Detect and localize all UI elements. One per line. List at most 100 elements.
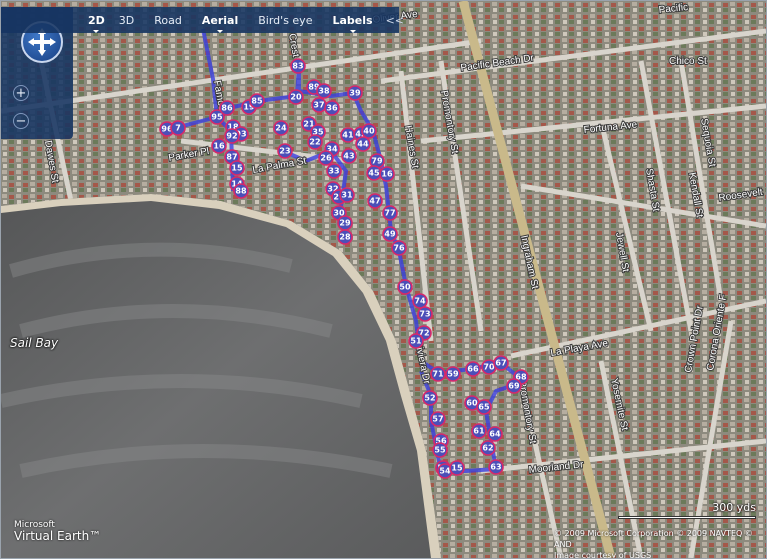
waypoint-marker[interactable]: 61: [471, 423, 487, 439]
virtual-earth-logo: Microsoft Virtual Earth™: [14, 520, 101, 543]
waypoint-marker-label: 16: [213, 142, 225, 151]
waypoint-marker[interactable]: 59: [445, 366, 461, 382]
waypoint-marker[interactable]: 15: [449, 460, 465, 476]
waypoint-marker[interactable]: 55: [432, 442, 448, 458]
waypoint-marker[interactable]: 28: [337, 229, 353, 245]
waypoint-marker-label: 73: [419, 310, 430, 319]
waypoint-marker-label: 37: [313, 101, 324, 110]
copyright-line-1: © 2009 Microsoft Corporation © 2009 NAVT…: [554, 529, 753, 549]
waypoint-marker-label: 88: [235, 187, 247, 196]
waypoint-marker[interactable]: 20: [288, 89, 304, 105]
waypoint-marker[interactable]: 29: [337, 215, 353, 231]
waypoint-marker-label: 44: [357, 140, 369, 149]
view-3d-button[interactable]: 3D: [112, 14, 141, 27]
waypoint-marker-label: 26: [320, 154, 332, 163]
map-viewport[interactable]: Pacific Beach Dr Fortuna Ave Chico St Se…: [0, 0, 767, 559]
waypoint-marker[interactable]: 66: [465, 361, 481, 377]
waypoint-marker[interactable]: 92: [224, 128, 240, 144]
waypoint-marker[interactable]: 76: [391, 240, 407, 256]
waypoint-marker-label: 24: [275, 124, 287, 133]
waypoint-marker-label: 62: [482, 444, 493, 453]
waypoint-marker[interactable]: 22: [307, 134, 323, 150]
waypoint-marker[interactable]: 31: [339, 187, 355, 203]
waypoint-marker-label: 65: [478, 403, 490, 412]
waypoint-marker[interactable]: 71: [430, 366, 446, 382]
waypoint-marker-label: 20: [290, 93, 302, 102]
waypoint-marker[interactable]: 38: [316, 83, 332, 99]
waypoint-marker[interactable]: 51: [408, 333, 424, 349]
waypoint-marker-label: 85: [251, 97, 263, 106]
waypoint-marker-label: 61: [473, 427, 485, 436]
waypoint-marker-label: 83: [292, 62, 303, 71]
waypoint-marker-label: 59: [447, 370, 459, 379]
aerial-map[interactable]: Pacific Beach Dr Fortuna Ave Chico St Se…: [1, 1, 766, 558]
copyright-line-2: Image courtesy of USGS: [554, 551, 652, 559]
zoom-out-button[interactable]: −: [13, 113, 29, 129]
waypoint-marker[interactable]: 74: [412, 293, 428, 309]
waypoint-marker[interactable]: 15: [229, 160, 245, 176]
waypoint-marker-label: 45: [368, 169, 380, 178]
aerial-view-button[interactable]: Aerial: [195, 14, 245, 33]
waypoint-marker[interactable]: 83: [290, 58, 306, 74]
waypoint-marker[interactable]: 33: [326, 163, 342, 179]
waypoint-marker[interactable]: 36: [324, 100, 340, 116]
waypoint-marker[interactable]: 47: [367, 193, 383, 209]
waypoint-marker[interactable]: 39: [347, 85, 363, 101]
street-label-chico: Chico St: [669, 56, 707, 67]
waypoint-marker-label: 39: [349, 89, 361, 98]
waypoint-marker[interactable]: 67: [493, 355, 509, 371]
waypoint-marker[interactable]: 88: [233, 183, 249, 199]
waypoint-marker[interactable]: 7: [170, 120, 186, 136]
waypoint-marker[interactable]: 85: [249, 93, 265, 109]
waypoint-marker[interactable]: 26: [318, 150, 334, 166]
collapse-toolbar-button[interactable]: <<: [380, 14, 410, 27]
waypoint-marker-label: 63: [490, 463, 501, 472]
waypoint-marker[interactable]: 43: [341, 148, 357, 164]
waypoint-marker-label: 7: [175, 124, 181, 133]
waypoint-marker[interactable]: 63: [488, 459, 504, 475]
scale-bar-line: [618, 516, 756, 519]
waypoint-marker[interactable]: 16: [211, 138, 227, 154]
waypoint-marker[interactable]: 52: [422, 390, 438, 406]
waypoint-marker-label: 76: [393, 244, 405, 253]
virtual-earth-logo-text: Virtual Earth™: [14, 529, 102, 543]
waypoint-marker-label: 43: [343, 152, 354, 161]
waypoint-marker[interactable]: 73: [417, 306, 433, 322]
waypoint-marker-label: 47: [369, 197, 380, 206]
waypoint-marker-label: 74: [414, 297, 426, 306]
waypoint-marker[interactable]: 40: [361, 123, 377, 139]
view-2d-button[interactable]: 2D: [81, 14, 112, 33]
waypoint-marker[interactable]: 86: [219, 100, 235, 116]
waypoint-marker[interactable]: 62: [480, 440, 496, 456]
waypoint-marker[interactable]: 50: [397, 279, 413, 295]
waypoint-marker-label: 28: [339, 233, 351, 242]
waypoint-marker[interactable]: 45: [366, 165, 382, 181]
waypoint-marker[interactable]: 37: [311, 97, 327, 113]
waypoint-marker[interactable]: 49: [382, 226, 398, 242]
waypoint-marker[interactable]: 44: [355, 136, 371, 152]
waypoint-marker-label: 22: [309, 138, 320, 147]
waypoint-marker[interactable]: 69: [506, 378, 522, 394]
waypoint-marker-label: 15: [451, 464, 463, 473]
waypoint-marker-label: 49: [384, 230, 396, 239]
waypoint-marker[interactable]: 23: [277, 143, 293, 159]
birds-eye-button[interactable]: Bird's eye: [251, 14, 319, 27]
waypoint-marker[interactable]: 16: [379, 166, 395, 182]
waypoint-marker[interactable]: 77: [382, 205, 398, 221]
road-view-button[interactable]: Road: [147, 14, 189, 27]
waypoint-marker[interactable]: 57: [430, 411, 446, 427]
waypoint-marker[interactable]: 64: [487, 426, 503, 442]
waypoint-marker-label: 64: [489, 430, 501, 439]
zoom-in-button[interactable]: +: [13, 85, 29, 101]
waypoint-marker[interactable]: 65: [476, 399, 492, 415]
waypoint-marker-label: 50: [399, 283, 411, 292]
copyright-notice: © 2009 Microsoft Corporation © 2009 NAVT…: [554, 528, 759, 559]
map-toolbar: 2D 3D Road Aerial Bird's eye Labels <<: [1, 7, 404, 33]
labels-toggle-button[interactable]: Labels: [325, 14, 379, 33]
waypoint-marker[interactable]: 41: [340, 127, 356, 143]
waypoint-marker[interactable]: 24: [273, 120, 289, 136]
waypoint-marker-label: 16: [381, 170, 393, 179]
waypoint-marker-label: 86: [221, 104, 233, 113]
waypoint-marker-label: 57: [432, 415, 443, 424]
waypoint-marker-label: 33: [328, 167, 339, 176]
